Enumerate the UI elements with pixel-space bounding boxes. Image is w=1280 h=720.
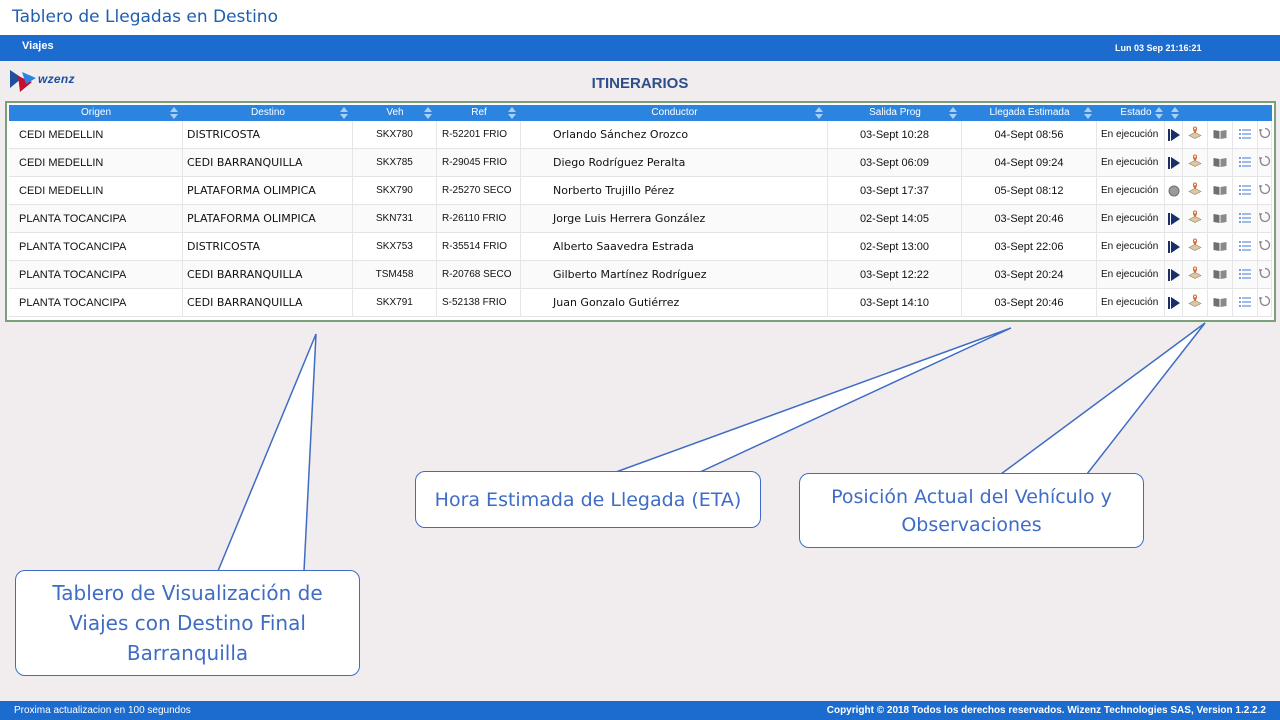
position-callout: Posición Actual del Vehículo y Observaci… [799,473,1144,548]
copyright-text: Copyright © 2018 Todos los derechos rese… [826,705,1266,716]
board-callout: Tablero de Visualización de Viajes con D… [15,570,360,676]
eta-callout-text: Hora Estimada de Llegada (ETA) [434,488,742,511]
eta-callout-pointer [615,327,1012,473]
board-callout-line: Tablero de Visualización de [52,581,323,605]
board-callout-line: Viajes con Destino Final [69,611,306,635]
position-callout-pointer [998,322,1206,475]
board-callout-line: Barranquilla [126,641,249,665]
refresh-countdown: Proxima actualizacion en 100 segundos [14,705,191,716]
eta-callout: Hora Estimada de Llegada (ETA) [415,471,761,528]
position-callout-line: Posición Actual del Vehículo y [831,485,1112,508]
footer-bar: Proxima actualizacion en 100 segundos Co… [0,701,1280,720]
board-callout-pointer [216,333,317,572]
position-callout-line: Observaciones [901,513,1042,536]
